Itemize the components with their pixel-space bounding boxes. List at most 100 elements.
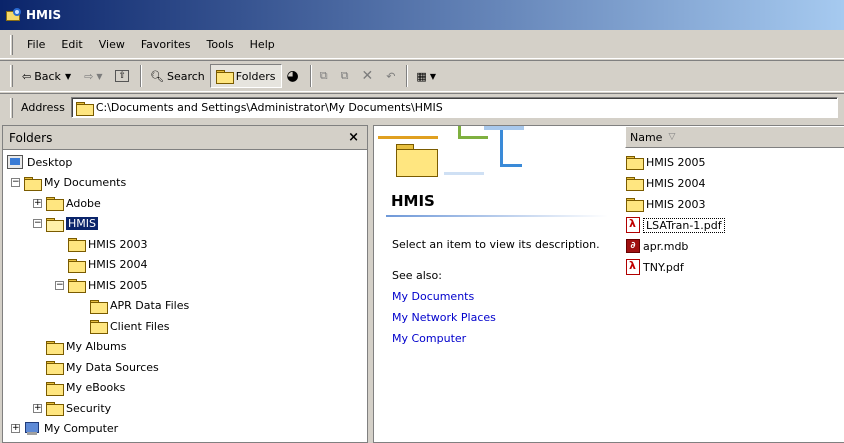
file-item[interactable]: HMIS 2004 <box>626 173 705 193</box>
tree-node[interactable]: Client Files <box>77 316 169 336</box>
up-folder-icon: ⇧ <box>115 70 130 82</box>
menu-help[interactable]: Help <box>242 35 283 54</box>
decorative-line <box>500 126 503 166</box>
folder-open-icon <box>46 217 64 232</box>
menu-file[interactable]: File <box>19 35 53 54</box>
folder-icon <box>626 198 644 212</box>
back-arrow-icon: ⇦ <box>22 69 32 83</box>
file-item[interactable]: HMIS 2005 <box>626 152 705 172</box>
folder-icon <box>68 258 86 273</box>
menu-favorites[interactable]: Favorites <box>133 35 199 54</box>
tree-node[interactable]: Desktop <box>7 152 72 172</box>
tree-node[interactable]: My eBooks <box>33 378 125 398</box>
folder-icon <box>46 381 64 396</box>
decorative-line <box>458 136 488 139</box>
address-input[interactable]: C:\Documents and Settings\Administrator\… <box>70 97 838 118</box>
up-folder-button[interactable]: ⇧ <box>110 64 137 88</box>
folder-icon <box>626 177 644 191</box>
title-bar: HMIS <box>0 0 844 30</box>
copy-to-icon: ⧉ <box>340 69 349 82</box>
views-dropdown-icon[interactable]: ▼ <box>430 72 436 81</box>
search-icon: 🔍︎ <box>150 69 164 83</box>
history-button[interactable]: ◕ <box>282 64 307 88</box>
name-column-header[interactable]: Name ▽ <box>625 126 844 148</box>
toolbar-separator <box>406 65 409 87</box>
menu-bar-grip[interactable] <box>10 34 13 55</box>
delete-x-icon: ✕ <box>361 68 374 84</box>
title-divider <box>386 215 608 217</box>
tree-node[interactable]: − My Documents <box>11 173 126 193</box>
address-bar-grip[interactable] <box>10 97 13 118</box>
file-item[interactable]: TNY.pdf <box>626 257 684 277</box>
sort-arrow-icon: ▽ <box>668 132 676 142</box>
views-button[interactable]: ▦ ▼ <box>411 64 444 88</box>
folder-icon <box>46 402 64 416</box>
toolbar-separator <box>309 65 312 87</box>
decorative-line <box>484 126 524 130</box>
collapse-icon[interactable]: − <box>33 219 42 228</box>
folders-icon <box>215 70 234 84</box>
folder-icon <box>68 238 86 252</box>
address-value: C:\Documents and Settings\Administrator\… <box>95 101 443 114</box>
toolbar-grip[interactable] <box>10 65 13 87</box>
tree-node-label: My eBooks <box>66 381 126 394</box>
menu-tools[interactable]: Tools <box>199 35 242 54</box>
folders-button[interactable]: Folders <box>209 64 282 88</box>
back-button[interactable]: ⇦ Back ▼ <box>17 64 79 88</box>
forward-arrow-icon: ⇨ <box>84 69 94 83</box>
forward-dropdown-icon[interactable]: ▼ <box>96 72 102 81</box>
undo-button[interactable]: ↶ <box>381 64 403 88</box>
history-icon: ◕ <box>286 68 299 84</box>
search-label: Search <box>166 69 205 83</box>
expand-icon[interactable]: + <box>33 403 42 413</box>
pdf-file-icon <box>626 217 640 233</box>
move-to-button[interactable]: ⧉ <box>315 64 336 88</box>
tree-node[interactable]: + Adobe <box>33 193 101 213</box>
explorer-folder-icon <box>6 8 22 22</box>
folder-icon <box>90 299 108 314</box>
back-dropdown-icon[interactable]: ▼ <box>65 72 71 81</box>
file-item[interactable]: HMIS 2003 <box>626 194 705 214</box>
name-column-label: Name <box>630 130 663 144</box>
menu-bar: File Edit View Favorites Tools Help <box>0 31 844 59</box>
close-icon[interactable]: × <box>348 130 359 145</box>
tree-node-label: Security <box>66 401 112 415</box>
tree-node-label: My Albums <box>66 340 127 353</box>
standard-toolbar: ⇦ Back ▼ ⇨ ▼ ⇧ 🔍︎ Search Folders ◕ ⧉ ⧉ ✕… <box>0 60 844 92</box>
tree-node[interactable]: + Security <box>33 398 111 418</box>
copy-to-button[interactable]: ⧉ <box>336 64 357 88</box>
tree-node[interactable]: APR Data Files <box>77 296 189 316</box>
file-name: apr.mdb <box>643 239 689 253</box>
tree-node[interactable]: − HMIS 2005 <box>55 275 147 295</box>
tree-node-label: APR Data Files <box>110 299 190 312</box>
tree-node[interactable]: + My Computer <box>11 419 118 439</box>
folders-label: Folders <box>235 69 276 83</box>
delete-button[interactable]: ✕ <box>356 64 381 88</box>
link-my-documents[interactable]: My Documents <box>392 290 474 303</box>
desktop-icon <box>7 155 23 169</box>
info-description: Select an item to view its description. <box>392 238 600 251</box>
folder-icon <box>24 176 42 191</box>
file-name: HMIS 2005 <box>646 155 706 169</box>
move-to-icon: ⧉ <box>319 69 328 82</box>
tree-node[interactable]: HMIS 2004 <box>55 255 147 275</box>
toolbar-separator <box>140 65 143 87</box>
link-my-network-places[interactable]: My Network Places <box>392 311 496 324</box>
collapse-icon[interactable]: − <box>11 178 20 187</box>
views-grid-icon: ▦ <box>416 69 427 83</box>
tree-node[interactable]: HMIS 2003 <box>55 234 147 254</box>
collapse-icon[interactable]: − <box>55 280 64 290</box>
folder-icon <box>626 156 644 170</box>
forward-button[interactable]: ⇨ ▼ <box>79 64 110 88</box>
expand-icon[interactable]: + <box>11 424 20 433</box>
file-item[interactable]: LSATran-1.pdf <box>626 215 725 235</box>
tree-node[interactable]: My Data Sources <box>33 357 159 377</box>
tree-node[interactable]: My Albums <box>33 337 126 357</box>
file-item[interactable]: ∂ apr.mdb <box>626 236 688 256</box>
menu-view[interactable]: View <box>91 35 133 54</box>
menu-edit[interactable]: Edit <box>53 35 90 54</box>
expand-icon[interactable]: + <box>33 198 42 208</box>
tree-node[interactable]: − HMIS <box>33 214 98 234</box>
search-button[interactable]: 🔍︎ Search <box>145 64 210 88</box>
link-my-computer[interactable]: My Computer <box>392 332 466 345</box>
